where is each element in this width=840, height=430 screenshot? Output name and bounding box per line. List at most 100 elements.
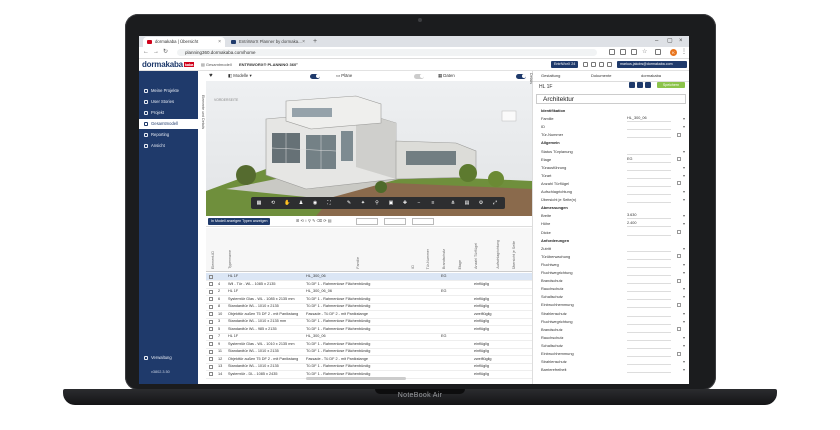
property-value[interactable]	[627, 270, 671, 276]
sidebar-item-user-stories[interactable]: User Stories	[139, 97, 198, 107]
translate-icon[interactable]	[620, 49, 626, 55]
walk-icon[interactable]: ♟	[298, 200, 304, 206]
chevron-down-icon[interactable]: ▾	[683, 261, 685, 268]
property-value[interactable]	[627, 181, 671, 187]
chevron-down-icon[interactable]: ▾	[683, 366, 685, 373]
column-header[interactable]: Aufschlagrichtung	[496, 240, 500, 269]
pan-icon[interactable]: ✋	[284, 200, 290, 206]
add-button[interactable]	[645, 82, 651, 88]
column-header[interactable]: Übersicht je Seite	[512, 241, 516, 269]
tree-icon[interactable]: ⋔	[450, 200, 456, 206]
camera-icon[interactable]: ◉	[312, 200, 318, 206]
notification-icon[interactable]	[583, 62, 588, 67]
property-row[interactable]: Strahlenschutz ▾	[539, 310, 687, 317]
lock-checkbox[interactable]	[677, 230, 681, 234]
profile-avatar[interactable]: K	[670, 48, 677, 56]
browser-tab-planner[interactable]: EntriWorX Planner by dormaka... ×	[227, 37, 309, 47]
chevron-down-icon[interactable]: ▾	[683, 342, 685, 349]
property-value[interactable]	[627, 149, 671, 155]
chevron-down-icon[interactable]: ▾	[683, 318, 685, 325]
back-icon[interactable]: ←	[143, 48, 149, 57]
section-icon[interactable]: ▣	[388, 200, 394, 206]
link-icon[interactable]: ⚲	[374, 200, 380, 206]
property-row[interactable]: Türausführung ▾	[539, 164, 687, 171]
row-checkbox[interactable]	[209, 327, 213, 331]
lock-checkbox[interactable]	[677, 302, 681, 307]
grid-icon[interactable]: ▦	[256, 200, 262, 206]
column-header[interactable]: Tür-Nummer	[426, 249, 430, 269]
close-window-icon[interactable]: ×	[679, 36, 683, 47]
column-header[interactable]: Element-ID	[211, 251, 215, 269]
lock-checkbox[interactable]	[677, 254, 681, 259]
row-checkbox[interactable]	[209, 297, 213, 301]
property-row[interactable]: Brandschutz	[539, 277, 687, 285]
column-header[interactable]: Typenname	[228, 250, 232, 269]
table-tools[interactable]: ⊞ ⟲ ↕ ⚲ ✎ ⌫ ⟳ ▤	[296, 218, 332, 223]
property-row[interactable]: Brandschutz	[539, 326, 687, 333]
lock-checkbox[interactable]	[677, 157, 681, 162]
new-tab-icon[interactable]: +	[313, 36, 317, 47]
row-checkbox[interactable]	[209, 349, 213, 354]
chevron-down-icon[interactable]: ▾	[683, 164, 685, 171]
property-value[interactable]	[627, 359, 671, 366]
property-row[interactable]: Dicke	[539, 229, 687, 236]
star-icon[interactable]: ☆	[642, 49, 648, 55]
lock-checkbox[interactable]	[677, 181, 681, 186]
property-row[interactable]: Status Türplanung ▾	[539, 148, 687, 155]
tab-design[interactable]: Gestaltung	[541, 71, 560, 81]
property-value[interactable]: HL_300_06	[627, 116, 671, 123]
property-row[interactable]: Aufschlagrichtung ▾	[539, 188, 687, 195]
row-checkbox[interactable]	[209, 312, 213, 316]
column-header[interactable]: ID	[411, 265, 415, 269]
user-menu-button[interactable]: markus.jakobs@dormakaba.com	[617, 61, 687, 68]
properties-icon[interactable]: ▤	[464, 200, 470, 206]
chevron-down-icon[interactable]: ▾	[683, 245, 685, 252]
layers-icon[interactable]: ≡	[430, 200, 436, 206]
tab-dormakaba[interactable]: dormakaba	[641, 71, 661, 81]
model-viewer[interactable]: ♥ ◧ Modelle ▾ ▭ Pläne ▦ Daten VORDERSEIT…	[206, 71, 532, 216]
section-title[interactable]: Architektur	[536, 94, 686, 104]
property-row[interactable]: Türüberwachung	[539, 253, 687, 260]
reload-icon[interactable]: ↻	[163, 48, 168, 57]
property-row[interactable]: Fluchtwegrichtung ▾	[539, 318, 687, 325]
settings-icon[interactable]: ⚙	[478, 200, 484, 206]
show-in-model-button[interactable]: In Modell anzeigen Typen anzeigen	[208, 217, 271, 225]
chevron-down-icon[interactable]: ▾	[683, 196, 685, 203]
filter-select[interactable]	[384, 218, 406, 225]
chevron-down-icon[interactable]: ▾	[683, 358, 685, 365]
row-checkbox[interactable]	[209, 372, 213, 376]
property-row[interactable]: Fluchtwegrichtung ▾	[539, 269, 687, 276]
property-value[interactable]	[627, 278, 671, 285]
pencil-icon[interactable]: ✎	[346, 200, 352, 206]
property-value[interactable]: 3.630	[627, 213, 671, 220]
property-value[interactable]	[627, 132, 671, 139]
property-value[interactable]	[627, 124, 671, 131]
property-value[interactable]	[627, 165, 671, 171]
property-value[interactable]	[627, 311, 671, 317]
fullscreen-icon[interactable]: ⤢	[492, 200, 498, 206]
property-value[interactable]	[627, 327, 671, 333]
row-checkbox[interactable]	[209, 319, 213, 324]
filter-select[interactable]	[356, 218, 378, 225]
dormakaba-logo[interactable]: dormakaba kaba	[142, 60, 195, 69]
property-value[interactable]	[627, 230, 671, 236]
property-row[interactable]: Höhe 2.400 ▾	[539, 220, 687, 228]
chevron-down-icon[interactable]: ▾	[683, 334, 685, 341]
property-value[interactable]	[627, 254, 671, 260]
cart-icon[interactable]	[607, 62, 612, 67]
property-value[interactable]	[627, 246, 671, 252]
property-value[interactable]	[627, 351, 671, 357]
chevron-down-icon[interactable]: ▾	[683, 269, 685, 276]
property-row[interactable]: ID ▾	[539, 123, 687, 131]
chevron-down-icon[interactable]: ▾	[683, 220, 685, 227]
filter-select[interactable]	[412, 218, 434, 225]
property-row[interactable]: Familie HL_300_06 ▾	[539, 115, 687, 123]
property-row[interactable]: Barrierefreiheit ▾	[539, 366, 687, 374]
lock-checkbox[interactable]	[677, 351, 681, 356]
row-checkbox[interactable]	[209, 282, 213, 286]
property-row[interactable]: Einbruchhemmung	[539, 350, 687, 357]
row-checkbox[interactable]	[209, 289, 213, 294]
sidebar-item-admin[interactable]: Verwaltung	[139, 353, 198, 363]
property-value[interactable]: 2.400	[627, 221, 671, 228]
edit-button[interactable]	[629, 82, 635, 88]
